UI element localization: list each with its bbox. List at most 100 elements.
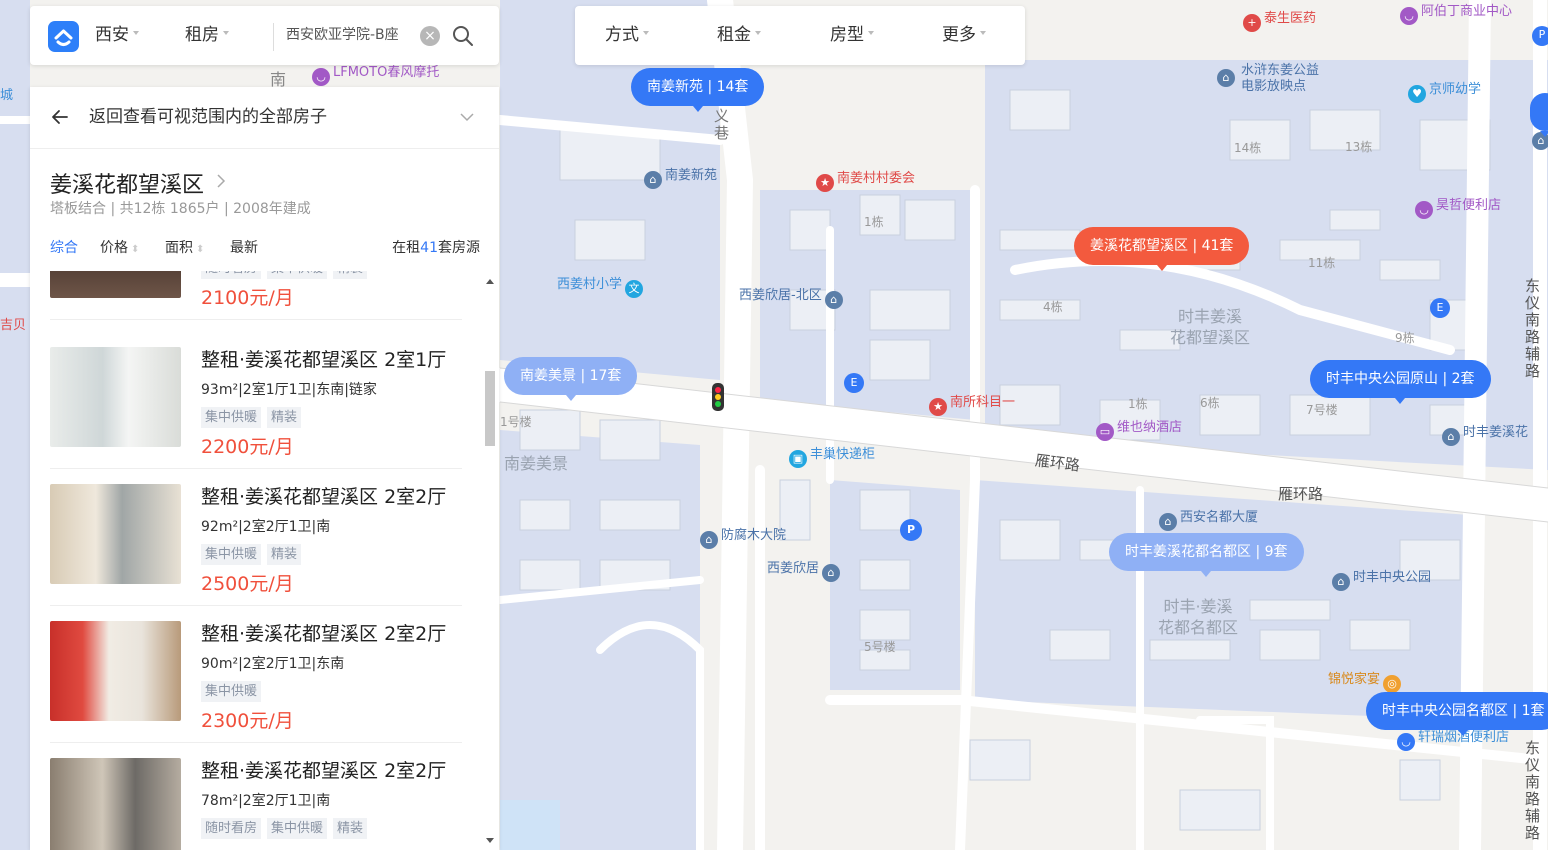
- map-label-road: 义巷: [714, 107, 730, 142]
- category-dropdown[interactable]: 租房: [185, 6, 229, 65]
- tag-list: 随时看房集中供暖精装: [201, 271, 373, 279]
- map-bubble-community[interactable]: 南姜新苑 | 14套: [631, 68, 765, 112]
- search-icon[interactable]: [452, 25, 474, 47]
- scroll-up-arrow[interactable]: [486, 279, 494, 284]
- city-dropdown[interactable]: 西安: [95, 6, 139, 65]
- chevron-down-icon[interactable]: [460, 112, 474, 122]
- listing-photo[interactable]: [50, 271, 181, 298]
- listing-price: 2500元/月: [201, 573, 294, 595]
- map-label-building: 11栋: [1308, 256, 1336, 270]
- filter-bar: 方式 租金 房型 更多: [575, 6, 1025, 65]
- map-label-road: 东仪南路辅路: [1525, 277, 1541, 380]
- filter-rent[interactable]: 租金: [717, 6, 761, 65]
- shopping-icon: ◡: [1397, 733, 1415, 751]
- back-arrow-icon[interactable]: [50, 107, 70, 127]
- map-bubble-community[interactable]: 南姜美景 | 17套: [504, 357, 638, 401]
- listing-card[interactable]: 随时看房集中供暖精装 2100元/月: [50, 271, 462, 320]
- listing-photo[interactable]: [50, 758, 181, 850]
- map-label-area: 时丰·姜溪 花都名都区: [1157, 597, 1238, 637]
- poi-residential[interactable]: ⌂ 时丰中央公园: [1332, 566, 1431, 591]
- tag: 集中供暖: [201, 681, 262, 702]
- back-text[interactable]: 返回查看可视范围内的全部房子: [89, 87, 327, 147]
- poi-residential[interactable]: ⌂ 南姜新苑: [644, 164, 717, 189]
- listing-photo[interactable]: [50, 621, 181, 721]
- poi-school[interactable]: 西姜村小学文: [557, 273, 646, 298]
- listing-title[interactable]: 整租·姜溪花都望溪区 2室2厅: [201, 756, 446, 783]
- sort-default[interactable]: 综合: [50, 237, 78, 257]
- listing-card[interactable]: 整租·姜溪花都望溪区 2室2厅 90m²|2室2厅1卫|东南 集中供暖 2300…: [50, 606, 462, 743]
- app-logo[interactable]: [48, 21, 79, 52]
- map-label: 吉贝: [0, 318, 27, 333]
- locker-icon: ▣: [789, 450, 807, 468]
- listing-card[interactable]: 整租·姜溪花都望溪区 2室2厅 78m²|2室2厅1卫|南 随时看房 集中供暖 精装: [50, 743, 462, 850]
- map-label-building: 1栋: [864, 215, 884, 229]
- listing-title[interactable]: 整租·姜溪花都望溪区 2室2厅: [201, 619, 446, 646]
- filter-room-type[interactable]: 房型: [830, 6, 874, 65]
- map-bubble-community[interactable]: 时丰中央公园名都区 | 1套: [1366, 692, 1548, 736]
- building-icon: ⌂: [1442, 428, 1460, 446]
- clear-icon[interactable]: ×: [420, 26, 440, 46]
- tag-list: 集中供暖 精装: [201, 406, 307, 428]
- building-icon: ⌂: [1332, 573, 1350, 591]
- poi-residential[interactable]: ⌂ 时丰姜溪花: [1442, 421, 1528, 446]
- store-icon[interactable]: E: [1430, 298, 1450, 318]
- tag: 随时看房: [201, 818, 262, 839]
- poi-residential[interactable]: 西姜欣居-北区 ⌂: [739, 284, 846, 309]
- chevron-down-icon: [133, 31, 139, 38]
- listing-price: 2300元/月: [201, 710, 294, 732]
- map-bubble-community[interactable]: 时丰姜溪花都名都区 | 9套: [1109, 533, 1304, 577]
- poi-residential[interactable]: 西姜欣居 ⌂: [767, 557, 843, 582]
- poi-driving-test[interactable]: ★ 南所科目一: [929, 391, 1015, 416]
- scroll-thumb[interactable]: [485, 371, 495, 446]
- map-label-building: 4栋: [1043, 300, 1063, 314]
- chevron-down-icon: [980, 31, 986, 38]
- sort-area[interactable]: 面积 ⬍: [165, 237, 204, 257]
- building-icon: ⌂: [1217, 69, 1235, 87]
- map-bubble-community[interactable]: [1530, 93, 1548, 137]
- map-bubble-community-selected[interactable]: 姜溪花都望溪区 | 41套: [1074, 227, 1250, 271]
- poi-restaurant[interactable]: 锦悦家宴 ◎: [1328, 668, 1404, 693]
- tag: 精装: [333, 818, 368, 839]
- listing-photo[interactable]: [50, 347, 181, 447]
- scrollbar[interactable]: [483, 271, 497, 850]
- pharmacy-icon: +: [1243, 14, 1261, 32]
- map-label-area: 时丰姜溪 花都望溪区: [1169, 307, 1250, 347]
- filter-method[interactable]: 方式: [605, 6, 649, 65]
- map-label-building: 14栋: [1234, 141, 1262, 155]
- filter-more[interactable]: 更多: [942, 6, 986, 65]
- shopping-icon: ◡: [1400, 7, 1418, 25]
- poi-store[interactable]: ◡ 昊哲便利店: [1415, 194, 1501, 219]
- listing-card[interactable]: 整租·姜溪花都望溪区 2室2厅 92m²|2室2厅1卫|南 集中供暖 精装 250…: [50, 469, 462, 606]
- sort-newest[interactable]: 最新: [230, 237, 258, 257]
- listing-meta: 93m²|2室1厅1卫|东南|链家: [201, 382, 377, 398]
- search-input[interactable]: 西安欧亚学院-B座: [286, 6, 399, 65]
- listing-meta: 78m²|2室2厅1卫|南: [201, 793, 331, 809]
- parking-icon[interactable]: P: [900, 519, 922, 541]
- poi-kindergarten[interactable]: ♥ 京师幼学: [1408, 78, 1481, 103]
- poi-village-committee[interactable]: ★ 南姜村村委会: [816, 167, 915, 192]
- poi-pharmacy[interactable]: + 泰生医药: [1243, 7, 1316, 32]
- scroll-down-arrow[interactable]: [486, 838, 494, 843]
- building-icon: ⌂: [1159, 513, 1177, 531]
- listing-title[interactable]: 整租·姜溪花都望溪区 2室2厅: [201, 482, 446, 509]
- chevron-right-icon[interactable]: [216, 173, 226, 189]
- back-row[interactable]: 返回查看可视范围内的全部房子: [30, 87, 499, 149]
- shopping-icon: ◡: [312, 68, 330, 86]
- poi-residential[interactable]: ⌂ 防腐木大院: [700, 524, 786, 549]
- sort-price[interactable]: 价格 ⬍: [100, 237, 139, 257]
- poi-hotel[interactable]: ▭ 维也纳酒店: [1096, 416, 1182, 441]
- poi-cinema[interactable]: ⌂ 水浒东姜公益电影放映点: [1217, 63, 1327, 95]
- map-bubble-community[interactable]: 时丰中央公园原山 | 2套: [1310, 360, 1491, 404]
- poi-building[interactable]: ⌂ 西安名都大厦: [1159, 506, 1258, 531]
- store-icon[interactable]: E: [844, 373, 864, 393]
- listing-photo[interactable]: [50, 484, 181, 584]
- parking-icon[interactable]: P: [1532, 26, 1548, 46]
- poi-mall[interactable]: ◡ 阿伯丁商业中心: [1400, 0, 1512, 25]
- tag: 精装: [267, 544, 302, 565]
- listing-title[interactable]: 整租·姜溪花都望溪区 2室1厅: [201, 345, 446, 372]
- tag-list: 集中供暖 精装: [201, 543, 307, 565]
- poi-express-locker[interactable]: ▣ 丰巢快递柜: [789, 443, 875, 468]
- community-name[interactable]: 姜溪花都望溪区: [50, 167, 204, 199]
- listing-card[interactable]: 整租·姜溪花都望溪区 2室1厅 93m²|2室1厅1卫|东南|链家 集中供暖 精装…: [50, 332, 462, 469]
- tag: 精装: [333, 271, 368, 279]
